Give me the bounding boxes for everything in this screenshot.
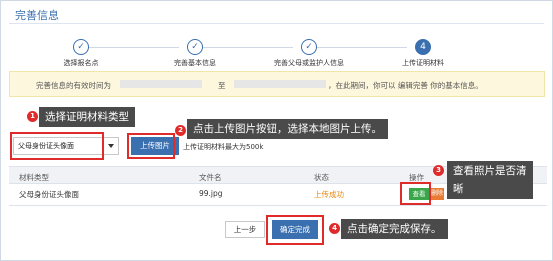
title-divider: [9, 23, 544, 24]
callout-badge-4: 4: [329, 223, 340, 234]
redacted-date: [234, 80, 326, 88]
highlight-upload: [127, 133, 175, 159]
step-label: 完善父母或监护人信息: [274, 59, 344, 67]
callout-3-line2: 晰: [453, 183, 464, 195]
step-basic-info: ✓ 完善基本信息: [155, 39, 235, 68]
callout-badge-3: 3: [433, 165, 444, 176]
callout-badge-1: 1: [27, 111, 38, 122]
step-select-registration-point: ✓ 选择报名点: [41, 39, 121, 68]
main-panel: 完善信息 ✓ 选择报名点 ✓ 完善基本信息 ✓ 完善父母或监护人信息 4 上传证…: [0, 0, 553, 261]
step-upload-documents: 4 上传证明材料: [383, 39, 463, 68]
page-title: 完善信息: [15, 9, 59, 22]
progress-stepper: ✓ 选择报名点 ✓ 完善基本信息 ✓ 完善父母或监护人信息 4 上传证明材料: [41, 39, 491, 69]
step-label: 选择报名点: [63, 59, 99, 67]
step-number: 4: [415, 39, 431, 55]
check-icon: ✓: [73, 39, 89, 55]
callout-badge-2: 2: [175, 125, 186, 136]
check-icon: ✓: [301, 39, 317, 55]
row-type: 父母身份证头像面: [19, 190, 79, 199]
notice-middle: 至: [218, 81, 226, 90]
callout-4: 点击确定完成保存。: [341, 219, 448, 239]
redacted-date: [120, 80, 202, 88]
validity-notice: 完善信息的有效时间为 至 ，在此期间，你可以 编辑完善 你的基本信息。: [9, 71, 545, 97]
col-header-type: 材料类型: [19, 173, 49, 182]
highlight-view: [400, 182, 431, 205]
highlight-select: [10, 132, 104, 160]
highlight-done: [266, 215, 324, 245]
delete-button[interactable]: 删除: [430, 188, 444, 200]
chevron-down-icon: [108, 144, 114, 148]
previous-step-button[interactable]: 上一步: [225, 221, 265, 238]
step-guardian-info: ✓ 完善父母或监护人信息: [269, 39, 349, 68]
step-label: 上传证明材料: [402, 59, 444, 67]
notice-prefix: 完善信息的有效时间为: [36, 81, 111, 90]
callout-3-line1: 查看照片是否清: [453, 165, 527, 177]
row-filename: 99.jpg: [199, 189, 223, 198]
row-status: 上传成功: [314, 190, 344, 199]
callout-1: 选择证明材料类型: [39, 107, 135, 127]
col-header-status: 状态: [314, 173, 329, 182]
notice-suffix: ，在此期间，你可以 编辑完善 你的基本信息。: [328, 81, 483, 90]
col-header-filename: 文件名: [199, 173, 222, 182]
check-icon: ✓: [187, 39, 203, 55]
upload-size-hint: 上传证明材料最大为500k: [183, 143, 264, 151]
step-label: 完善基本信息: [174, 59, 216, 67]
callout-2: 点击上传图片按钮，选择本地图片上传。: [187, 119, 388, 139]
callout-3: 查看照片是否清 晰: [447, 161, 533, 199]
